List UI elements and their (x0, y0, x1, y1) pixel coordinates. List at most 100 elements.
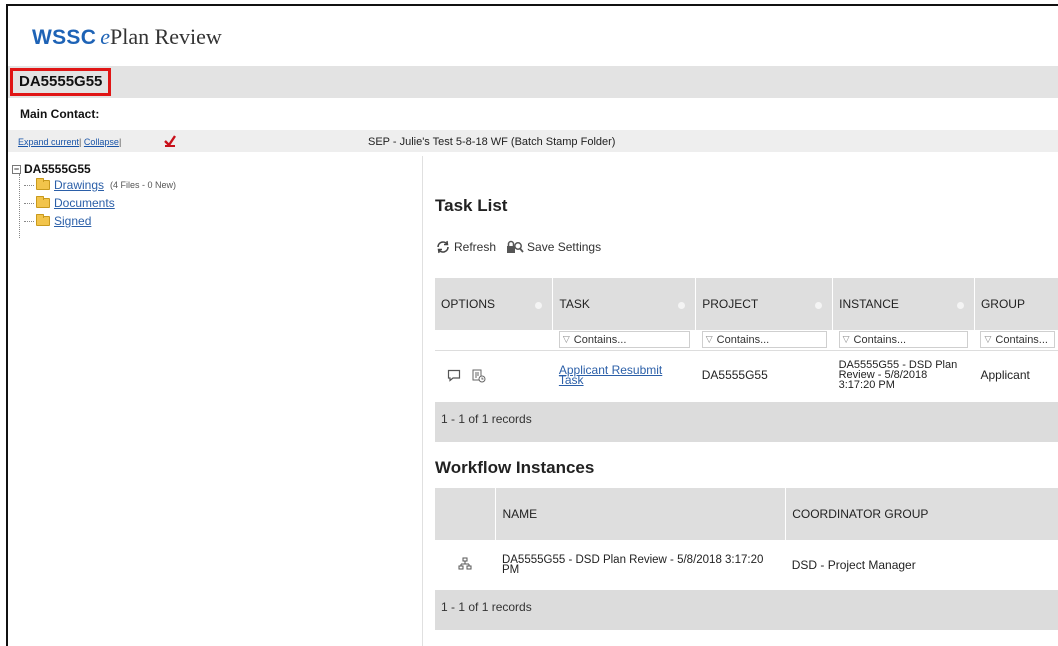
workflow-name-line: DA5555G55 - DSD Plan Review - 5/8/2018 3… (501, 554, 764, 566)
project-header-bar (8, 66, 1058, 98)
filter-placeholder: Contains... (995, 333, 1048, 346)
brand-logo: WSSC e Plan Review (32, 24, 222, 54)
task-list-title: Task List (435, 196, 508, 215)
filter-placeholder: Contains... (853, 333, 907, 346)
filter-icon: ▽ (562, 334, 570, 345)
column-menu-icon[interactable] (678, 302, 686, 309)
task-name-line2: Task (558, 373, 584, 388)
column-header-label: COORDINATOR GROUP (792, 507, 929, 521)
file-count-note: (4 Files - 0 New) (110, 180, 177, 190)
filter-placeholder: Contains... (573, 333, 627, 346)
project-filter-input[interactable]: ▽ Contains... (701, 331, 827, 349)
instance-line: 3:17:20 PM (838, 379, 895, 392)
filter-cell-project: ▽ Contains... (695, 330, 833, 351)
task-link[interactable]: Applicant Resubmit Task (558, 364, 690, 388)
column-header-coordinator-group[interactable]: COORDINATOR GROUP (785, 488, 1058, 540)
folder-icon (36, 196, 50, 208)
column-header-instance[interactable]: INSTANCE (832, 278, 975, 330)
column-menu-icon[interactable] (815, 302, 823, 309)
task-history-icon[interactable] (472, 369, 486, 383)
filter-cell-options (435, 330, 553, 351)
filter-cell-task: ▽ Contains... (552, 330, 696, 351)
column-header-label: OPTIONS (441, 297, 496, 311)
instance-text: DA5555G55 - DSD Plan Review - 5/8/2018 3:1… (838, 360, 969, 392)
instance-cell: DA5555G55 - DSD Plan Review - 5/8/2018 3:1… (833, 350, 975, 400)
table-row[interactable]: Applicant Resubmit Task DA5555G55 DA5555G… (435, 350, 1058, 400)
expand-current-link[interactable]: Expand current (18, 137, 79, 147)
workflow-name-line: PM (501, 564, 520, 576)
task-list-record-count: 1 - 1 of 1 records (435, 402, 1058, 442)
table-row[interactable]: DA5555G55 - DSD Plan Review - 5/8/2018 3… (435, 540, 1058, 590)
task-filter-input[interactable]: ▽ Contains... (558, 331, 690, 349)
refresh-button[interactable]: Refresh (435, 240, 496, 254)
tree-item-label[interactable]: Documents (54, 196, 115, 210)
tree-item-signed[interactable]: Signed (24, 212, 176, 230)
panel-divider (422, 156, 423, 646)
workflow-record-count: 1 - 1 of 1 records (435, 590, 1058, 630)
save-settings-button[interactable]: Save Settings (506, 240, 601, 254)
tree-item-label[interactable]: Signed (54, 214, 91, 228)
brand-e: e (100, 24, 110, 49)
separator: | (79, 137, 82, 147)
column-menu-icon[interactable] (956, 302, 964, 309)
lock-settings-icon (507, 240, 524, 253)
filter-placeholder: Contains... (716, 333, 770, 346)
filter-cell-instance: ▽ Contains... (832, 330, 975, 351)
column-header-label: TASK (559, 297, 590, 311)
coordinator-group-cell: DSD - Project Manager (791, 558, 916, 572)
project-cell: DA5555G55 (701, 368, 768, 383)
task-list-table: OPTIONS TASK PROJECT INSTANCE GROUP ▽ Con… (435, 278, 1058, 400)
collapse-link[interactable]: Collapse (84, 137, 119, 147)
column-header-name[interactable]: NAME (495, 488, 787, 540)
comment-icon[interactable] (447, 369, 461, 382)
group-filter-input[interactable]: ▽ Contains... (980, 331, 1055, 349)
brand-subtitle: Plan Review (109, 24, 222, 49)
main-window: WSSC e Plan Review DA5555G55 Main Contac… (6, 4, 1058, 646)
column-header-project[interactable]: PROJECT (695, 278, 834, 330)
column-header-group[interactable]: GROUP (974, 278, 1058, 330)
task-list-toolbar: Refresh Save Settings (435, 240, 611, 254)
tree-branch-line (24, 184, 34, 186)
filter-icon: ▽ (842, 334, 850, 345)
main-contact-label: Main Contact: (20, 107, 100, 121)
group-cell: Applicant (980, 368, 1030, 383)
column-header-label: PROJECT (702, 297, 759, 311)
workflow-diagram-icon[interactable] (458, 557, 472, 571)
task-cell: Applicant Resubmit Task (553, 350, 696, 400)
column-header-label: INSTANCE (839, 297, 899, 311)
column-header-label: GROUP (980, 297, 1025, 311)
workflow-name-cell: DA5555G55 - DSD Plan Review - 5/8/2018 3… (496, 540, 786, 590)
collapse-toggle-icon[interactable]: − (12, 164, 21, 174)
project-id-title: DA5555G55 (10, 68, 112, 96)
tree-branch-line (24, 220, 34, 222)
folder-icon (36, 214, 50, 226)
tree-item-documents[interactable]: Documents (24, 194, 176, 212)
tree-item-drawings[interactable]: Drawings (4 Files - 0 New) (24, 176, 176, 194)
batch-stamp-icon[interactable] (163, 134, 177, 148)
tree-item-label[interactable]: Drawings (54, 178, 104, 192)
tree-toolbar-links: Expand current| Collapse| (18, 137, 121, 147)
folder-title: SEP - Julie's Test 5-8-18 WF (Batch Stam… (368, 136, 616, 148)
tree-branch-line (24, 202, 34, 204)
workflow-instances-title: Workflow Instances (435, 458, 595, 477)
column-menu-icon[interactable] (535, 302, 543, 309)
filter-icon: ▽ (984, 334, 992, 345)
column-header-task[interactable]: TASK (552, 278, 697, 330)
column-header-label: NAME (502, 507, 538, 521)
workflow-instances-table: NAME COORDINATOR GROUP DA5555G55 - DSD P… (435, 488, 1058, 590)
filter-cell-group: ▽ Contains... (974, 330, 1058, 351)
folder-icon (36, 178, 50, 190)
instance-filter-input[interactable]: ▽ Contains... (838, 331, 969, 349)
separator: | (118, 137, 122, 147)
refresh-icon (437, 240, 449, 254)
tree-root[interactable]: − DA5555G55 (12, 162, 176, 176)
workflow-name-text: DA5555G55 - DSD Plan Review - 5/8/2018 3… (501, 554, 780, 576)
brand-name: WSSC (32, 26, 97, 49)
workflow-icon-cell (435, 540, 496, 590)
refresh-label: Refresh (454, 240, 497, 254)
column-header-icon (435, 488, 497, 540)
save-settings-label: Save Settings (527, 240, 602, 254)
column-header-options[interactable]: OPTIONS (435, 278, 554, 330)
folder-tree: − DA5555G55 Drawings (4 Files - 0 New) D… (12, 162, 176, 230)
filter-icon: ▽ (705, 334, 713, 345)
